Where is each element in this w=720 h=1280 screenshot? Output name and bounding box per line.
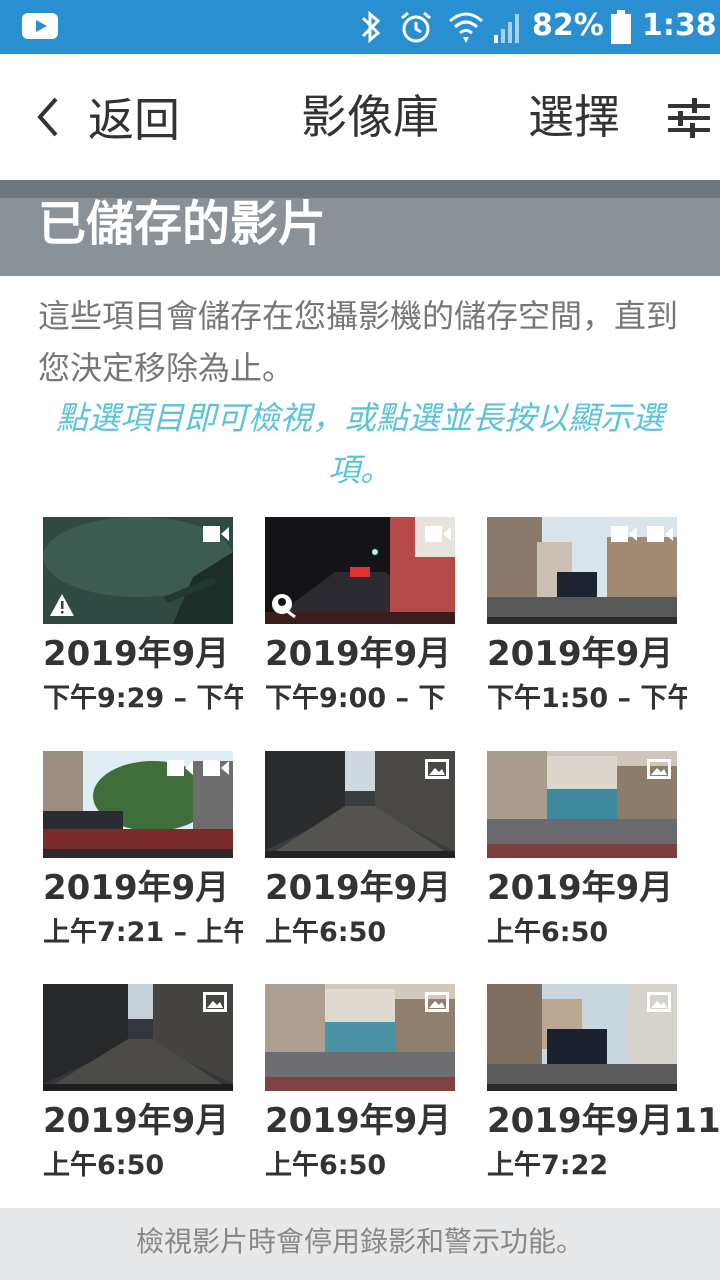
clock: 1:38: [642, 8, 717, 43]
item-date: 2019年9月: [43, 634, 230, 674]
item-time: 下午9:29 – 下午: [43, 683, 243, 714]
select-button[interactable]: 選擇: [528, 82, 620, 152]
media-item[interactable]: 2019年9月 上午6:50: [265, 984, 465, 1184]
back-label: 返回: [88, 93, 180, 147]
media-item[interactable]: 2019年9月 上午7:21 – 上午: [43, 751, 243, 951]
media-item[interactable]: 2019年9月 上午6:50: [265, 751, 465, 951]
voice-command-icon: [272, 594, 296, 619]
item-time: 上午6:50: [487, 917, 609, 948]
media-item[interactable]: 2019年9月 下午9:29 – 下午: [43, 517, 243, 717]
video-icon: [647, 526, 673, 542]
media-item[interactable]: 2019年9月11 上午7:22: [487, 984, 720, 1184]
item-date: 2019年9月: [43, 1101, 230, 1141]
video-icon: [203, 760, 229, 776]
back-button[interactable]: 返回: [36, 82, 180, 152]
video-icon: [425, 526, 451, 542]
media-item[interactable]: 2019年9月 下午9:00 – 下: [265, 517, 465, 717]
item-time: 上午6:50: [265, 917, 387, 948]
photo-icon: [647, 992, 671, 1012]
video-icon: [611, 526, 637, 542]
item-time: 上午6:50: [265, 1150, 387, 1181]
page-title: 影像庫: [301, 90, 439, 144]
media-item[interactable]: 2019年9月 下午1:50 – 下午: [487, 517, 687, 717]
photo-icon: [425, 759, 449, 779]
battery-percent: 82%: [532, 8, 604, 43]
media-item[interactable]: 2019年9月 上午6:50: [43, 984, 243, 1184]
item-time: 上午7:21 – 上午: [43, 917, 243, 948]
youtube-icon: [22, 13, 58, 39]
item-date: 2019年9月: [265, 634, 452, 674]
item-date: 2019年9月: [487, 868, 674, 908]
photo-icon: [647, 759, 671, 779]
video-icon: [203, 526, 229, 542]
item-time: 上午7:22: [487, 1150, 609, 1181]
section-title: 已儲存的影片: [38, 196, 327, 252]
alarm-icon: [401, 11, 431, 43]
item-date: 2019年9月11: [487, 1101, 720, 1141]
top-nav: 返回 影像庫 選擇: [0, 54, 720, 180]
usage-hint: 點選項目即可檢視，或點選並長按以顯示選項。: [55, 399, 664, 489]
item-time: 下午9:00 – 下: [265, 683, 446, 714]
wifi-icon: [449, 12, 483, 43]
item-time: 下午1:50 – 下午: [487, 683, 687, 714]
item-date: 2019年9月: [265, 868, 452, 908]
footer-notice: 檢視影片時會停用錄影和警示功能。: [0, 1208, 720, 1280]
bluetooth-icon: [361, 10, 381, 44]
battery-icon: [611, 10, 631, 44]
filter-icon[interactable]: [668, 98, 710, 138]
photo-icon: [203, 992, 227, 1012]
chevron-left-icon: [37, 97, 58, 137]
item-date: 2019年9月: [487, 634, 674, 674]
status-bar: 82% 1:38: [0, 0, 720, 54]
item-date: 2019年9月: [43, 868, 230, 908]
warning-icon: [50, 594, 74, 616]
signal-icon: [494, 14, 519, 43]
section-description: 這些項目會儲存在您攝影機的儲存空間，直到您決定移除為止。: [38, 297, 679, 387]
item-time: 上午6:50: [43, 1150, 165, 1181]
item-date: 2019年9月: [265, 1101, 452, 1141]
media-item[interactable]: 2019年9月 上午6:50: [487, 751, 687, 951]
video-icon: [167, 760, 193, 776]
photo-icon: [425, 992, 449, 1012]
